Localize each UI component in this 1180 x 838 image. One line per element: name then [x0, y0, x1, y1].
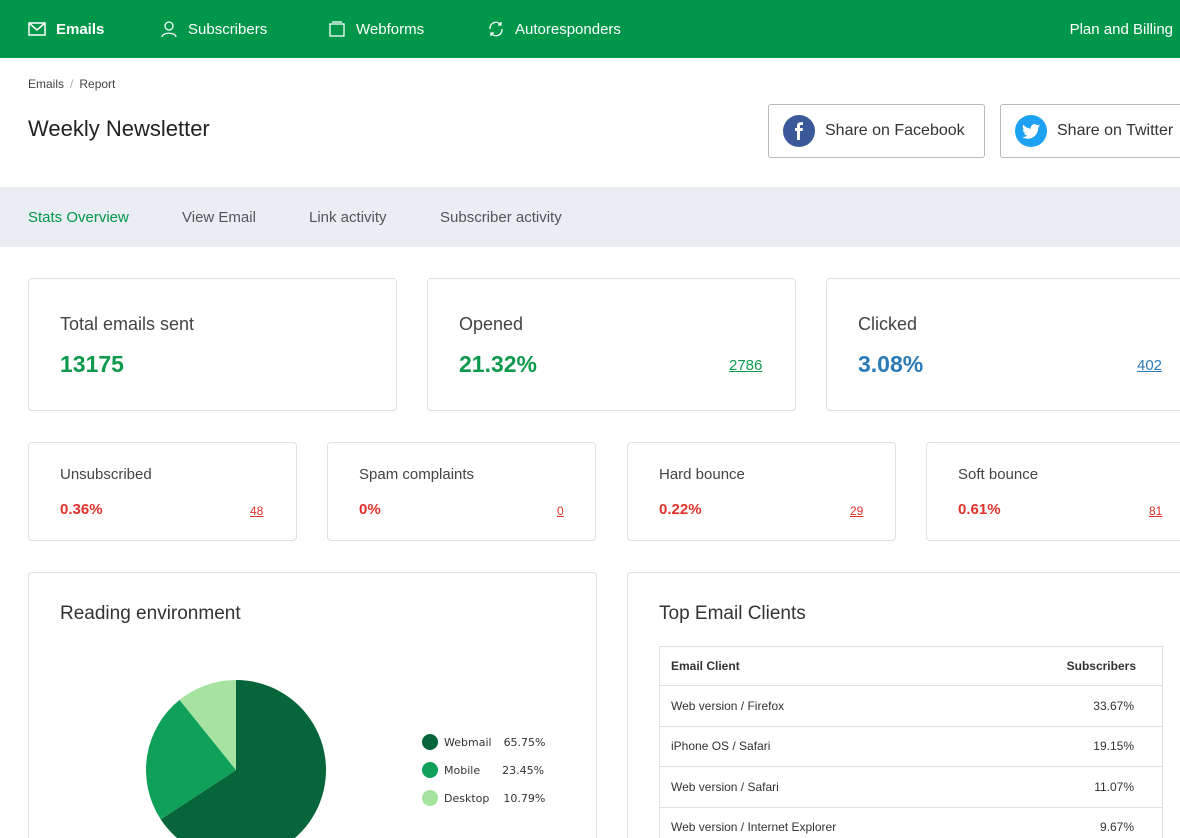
nav-autoresponders-label: Autoresponders [515, 20, 621, 38]
cell-client: Web version / Firefox [671, 698, 785, 713]
breadcrumb-root[interactable]: Emails [28, 77, 64, 91]
stat-value: 13175 [60, 351, 124, 377]
breadcrumb: Emails / Report [28, 77, 115, 91]
cell-subscribers: 19.15% [1093, 739, 1134, 754]
legend-label: Mobile [444, 763, 481, 777]
nav-plan-label: Plan and Billing [1069, 20, 1173, 38]
facebook-icon [783, 115, 815, 147]
reading-environment-title: Reading environment [60, 603, 241, 624]
stat-value: 0.61% [958, 501, 1001, 518]
nav-subscribers[interactable]: Subscribers [160, 0, 267, 58]
legend-swatch [422, 762, 438, 778]
nav-emails-label: Emails [56, 20, 105, 38]
stat-label: Opened [459, 314, 524, 334]
reading-environment-pie-chart [146, 680, 326, 838]
legend-pct: 10.79% [503, 791, 546, 805]
stat-count-link[interactable]: 0 [557, 504, 564, 518]
stat-count-link[interactable]: 81 [1149, 504, 1162, 518]
breadcrumb-current: Report [79, 77, 116, 91]
stat-label: Hard bounce [659, 466, 745, 483]
legend-swatch [422, 790, 438, 806]
legend-item-webmail: Webmail 65.75% [422, 734, 546, 750]
nav-plan-billing[interactable]: Plan and Billing [1070, 0, 1173, 58]
legend-label: Webmail [444, 735, 492, 749]
user-icon [161, 21, 177, 38]
top-nav: Emails Subscribers Webforms Autoresponde… [0, 0, 1180, 58]
stat-label: Unsubscribed [60, 466, 152, 483]
legend-pct: 23.45% [502, 763, 545, 777]
stat-count-link[interactable]: 29 [850, 504, 863, 518]
share-facebook-label: Share on Facebook [825, 122, 965, 139]
stat-card-unsubscribed: Unsubscribed 0.36% 48 [28, 442, 297, 541]
report-tabs: Stats Overview View Email Link activity … [0, 187, 1180, 247]
stat-label: Soft bounce [958, 466, 1039, 483]
stat-value: 21.32% [459, 351, 538, 377]
legend-label: Desktop [444, 791, 490, 805]
tab-view-email[interactable]: View Email [182, 187, 256, 247]
stat-value: 0% [359, 501, 381, 518]
refresh-icon [489, 21, 503, 37]
stat-label: Clicked [858, 314, 918, 334]
stat-count-link[interactable]: 2786 [729, 357, 762, 374]
legend-item-mobile: Mobile 23.45% [422, 762, 544, 778]
cell-client: iPhone OS / Safari [671, 739, 771, 754]
form-icon [329, 21, 345, 37]
stat-card-total-sent: Total emails sent 13175 [28, 278, 397, 411]
tab-stats-overview[interactable]: Stats Overview [28, 187, 129, 247]
stat-card-soft-bounce: Soft bounce 0.61% 81 [926, 442, 1180, 541]
breadcrumb-separator: / [70, 77, 74, 91]
stat-value: 0.22% [659, 501, 702, 518]
legend-pct: 65.75% [503, 735, 546, 749]
tab-subscriber-activity[interactable]: Subscriber activity [440, 187, 562, 247]
stat-count-link[interactable]: 402 [1137, 357, 1162, 374]
column-header-client: Email Client [671, 659, 740, 673]
table-row: Web version / Safari 11.07% [660, 767, 1162, 808]
stat-card-hard-bounce: Hard bounce 0.22% 29 [627, 442, 896, 541]
twitter-icon [1015, 115, 1047, 147]
stat-label: Spam complaints [359, 466, 475, 483]
share-twitter-button[interactable]: Share on Twitter [1000, 104, 1180, 158]
stat-card-opened: Opened 21.32% 2786 [427, 278, 796, 411]
cell-subscribers: 11.07% [1094, 779, 1134, 794]
email-clients-table: Email Client Subscribers Web version / F… [659, 646, 1163, 838]
table-header-row: Email Client Subscribers [660, 647, 1162, 686]
cell-client: Web version / Internet Explorer [671, 820, 837, 835]
nav-webforms-label: Webforms [356, 20, 425, 38]
nav-emails[interactable]: Emails [28, 0, 104, 58]
nav-webforms[interactable]: Webforms [328, 0, 424, 58]
stat-card-spam: Spam complaints 0% 0 [327, 442, 596, 541]
column-header-subscribers: Subscribers [1066, 659, 1136, 673]
cell-subscribers: 33.67% [1093, 698, 1134, 713]
stat-card-clicked: Clicked 3.08% 402 [826, 278, 1180, 411]
stat-value: 3.08% [858, 351, 924, 377]
nav-subscribers-label: Subscribers [188, 20, 268, 38]
legend-item-desktop: Desktop 10.79% [422, 790, 545, 806]
tab-link-activity[interactable]: Link activity [309, 187, 387, 247]
table-row: iPhone OS / Safari 19.15% [660, 727, 1162, 767]
cell-subscribers: 9.67% [1099, 820, 1134, 835]
nav-autoresponders[interactable]: Autoresponders [487, 0, 621, 58]
legend-swatch [422, 734, 438, 750]
mail-icon [28, 22, 46, 36]
share-twitter-label: Share on Twitter [1057, 122, 1174, 139]
page-title: Weekly Newsletter [28, 116, 210, 141]
stat-value: 0.36% [60, 501, 103, 518]
stat-count-link[interactable]: 48 [250, 504, 263, 518]
share-facebook-button[interactable]: Share on Facebook [768, 104, 985, 158]
top-email-clients-title: Top Email Clients [659, 603, 806, 624]
cell-client: Web version / Safari [671, 779, 779, 794]
table-row: Web version / Firefox 33.67% [660, 686, 1162, 727]
table-row: Web version / Internet Explorer 9.67% [660, 808, 1162, 838]
stat-label: Total emails sent [60, 314, 195, 334]
